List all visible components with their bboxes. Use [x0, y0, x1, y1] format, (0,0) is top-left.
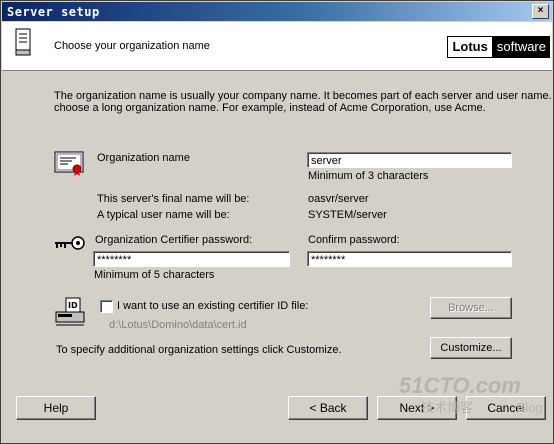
customize-button[interactable]: Customize... — [430, 337, 512, 359]
logo-product: software — [492, 36, 550, 58]
server-setup-window: Server setup × Choose your organization … — [0, 0, 554, 444]
customize-text: To specify additional organization setti… — [56, 344, 342, 356]
org-name-hint: Minimum of 3 characters — [308, 170, 429, 182]
browse-button[interactable]: Browse... — [430, 297, 512, 319]
intro-text-line-2: choose a long organization name. For exa… — [54, 102, 486, 114]
document-icon — [15, 28, 31, 59]
title-bar[interactable]: Server setup × — [2, 2, 552, 21]
wizard-header: Choose your organization name Lotus soft… — [2, 22, 552, 71]
watermark-line-3: Blog — [516, 400, 543, 415]
watermark: 51CTO.com 技术博客 Blog — [399, 373, 543, 415]
key-icon — [54, 235, 88, 254]
confirm-password-label: Confirm password: — [308, 234, 400, 246]
org-name-label: Organization name — [97, 152, 190, 164]
server-final-name-label: This server's final name will be: — [97, 193, 250, 205]
id-card-icon: ID — [54, 297, 86, 330]
user-name-label: A typical user name will be: — [97, 209, 230, 221]
org-name-input[interactable]: server — [307, 152, 512, 168]
watermark-line-1: 51CTO.com — [399, 373, 521, 398]
window-title: Server setup — [7, 5, 100, 19]
server-final-name-value: oasvr/server — [308, 193, 369, 205]
watermark-line-2: 技术博客 — [421, 400, 474, 415]
help-button[interactable]: Help — [16, 396, 96, 420]
certifier-id-path: d:\Lotus\Domino\data\cert.id — [109, 319, 247, 331]
user-name-value: SYSTEM/server — [308, 209, 387, 221]
existing-certifier-checkbox[interactable] — [100, 300, 113, 313]
logo-brand: Lotus — [447, 36, 493, 58]
existing-certifier-label[interactable]: I want to use an existing certifier ID f… — [117, 300, 308, 312]
page-title: Choose your organization name — [54, 40, 210, 52]
intro-text-line-1: The organization name is usually your co… — [54, 90, 554, 102]
back-button[interactable]: < Back — [288, 396, 368, 420]
confirm-password-input[interactable]: ******** — [307, 251, 512, 267]
lotus-software-logo: Lotus software — [447, 36, 550, 58]
certifier-password-hint: Minimum of 5 characters — [94, 269, 215, 281]
certificate-icon — [54, 149, 86, 180]
svg-text:ID: ID — [68, 301, 78, 310]
certifier-password-input[interactable]: ******** — [93, 251, 290, 267]
certifier-password-label: Organization Certifier password: — [95, 234, 253, 246]
close-button[interactable]: × — [532, 4, 549, 19]
